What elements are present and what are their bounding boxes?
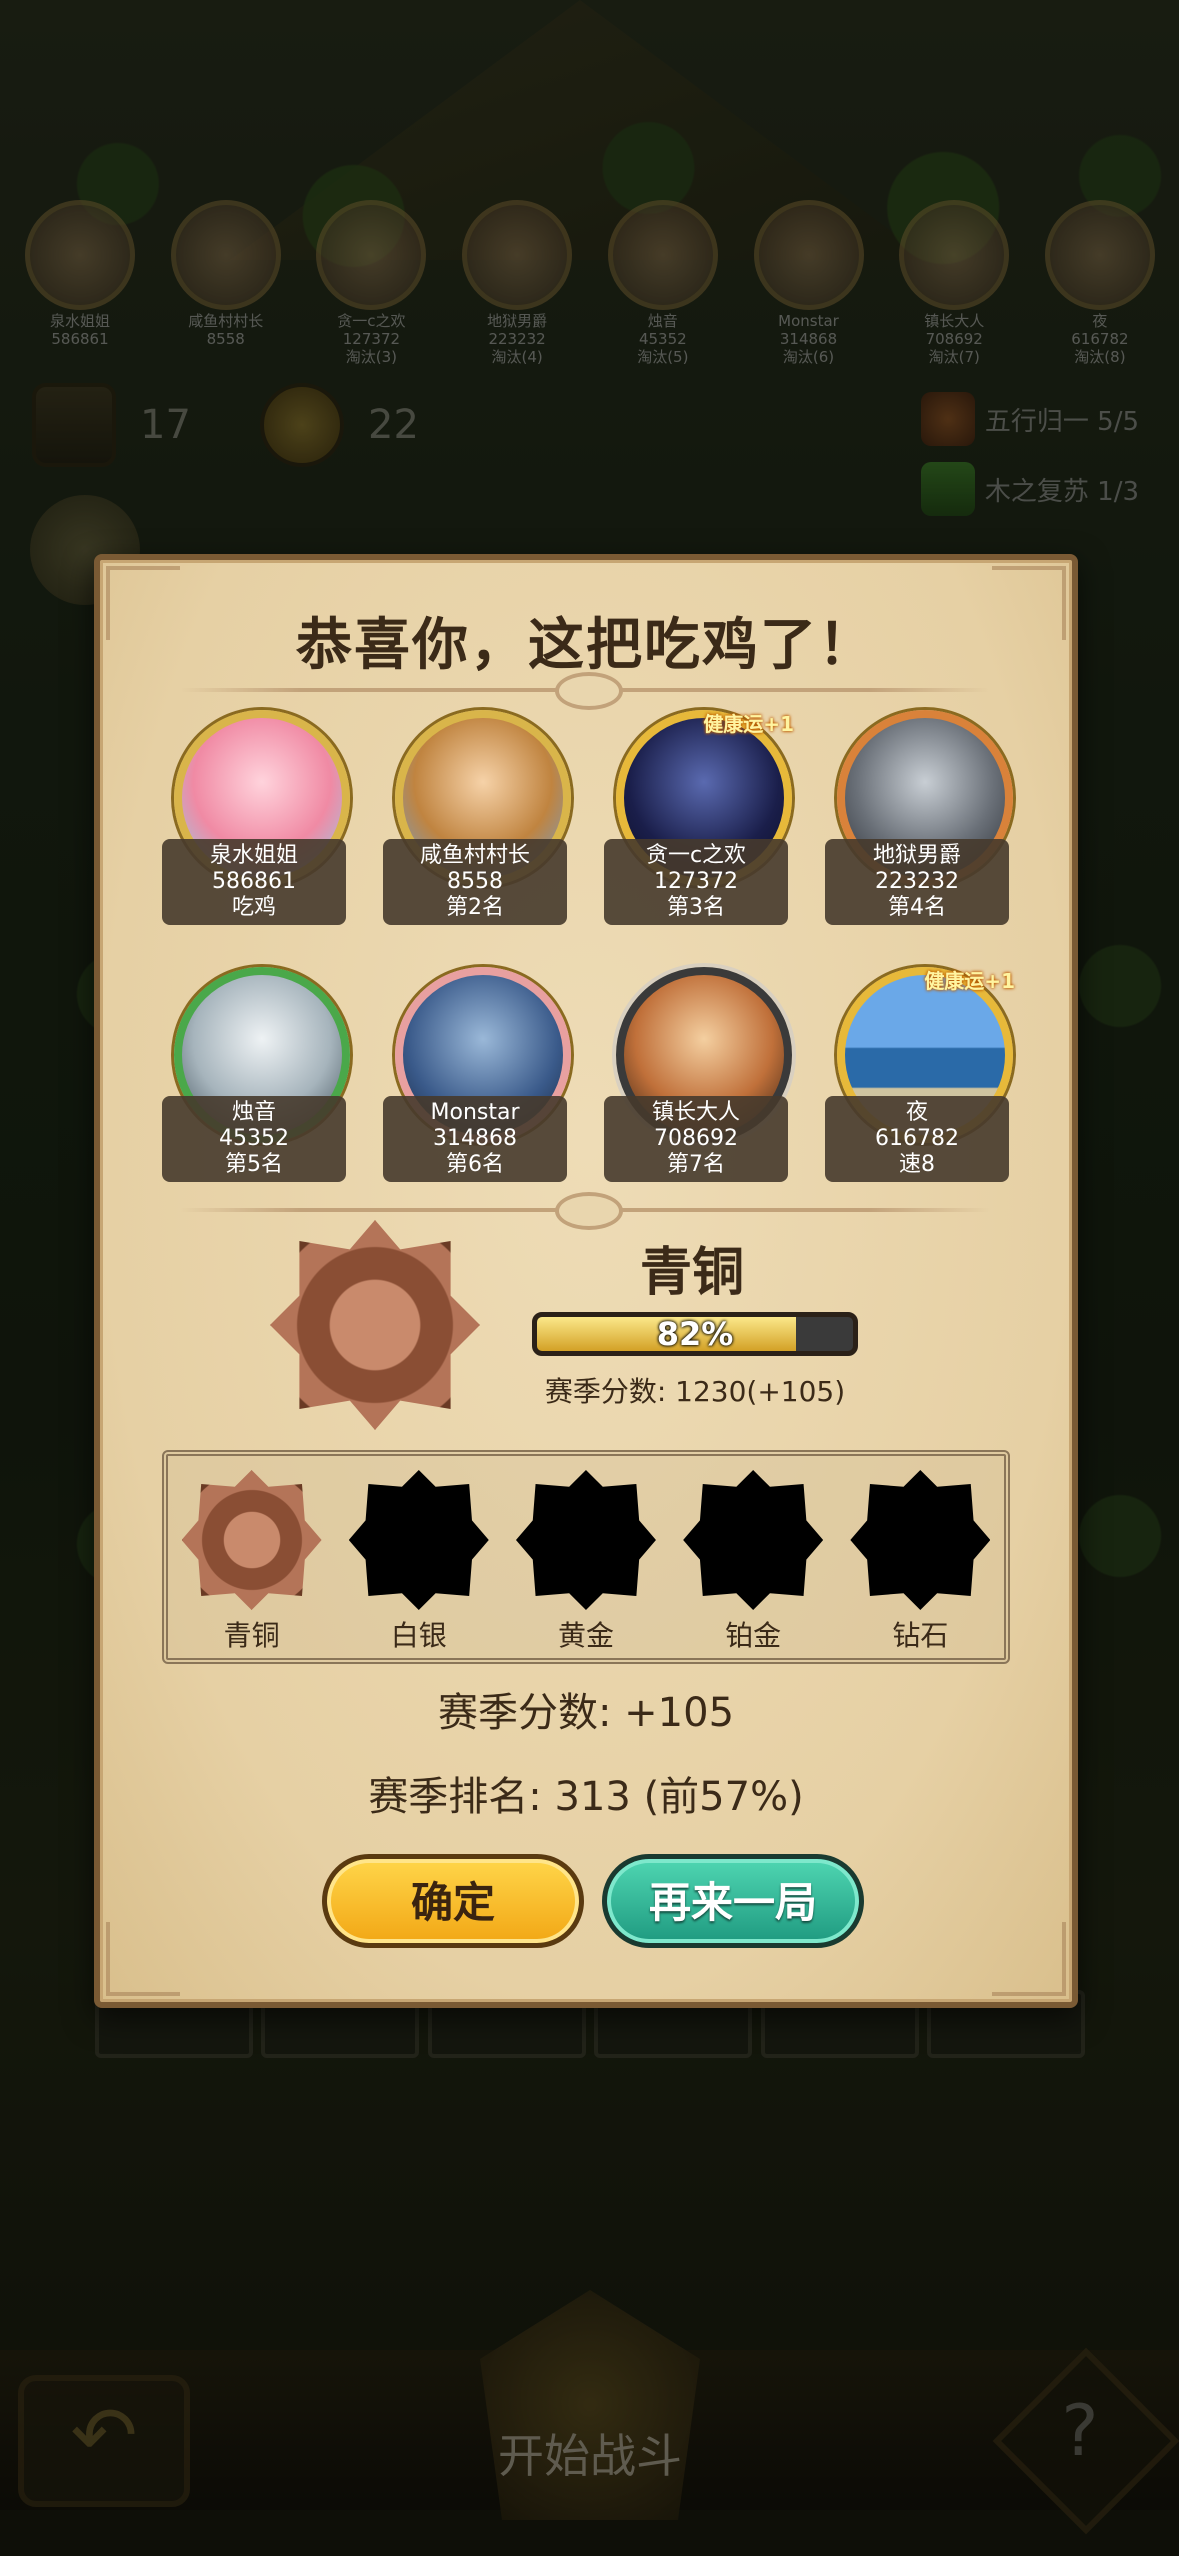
player-name: 地狱男爵 — [872, 843, 961, 868]
tier-label: 铂金 — [725, 1619, 782, 1652]
divider — [180, 1192, 990, 1230]
luck-badge: 健康运+1 — [924, 969, 1015, 993]
player-result-card[interactable]: Monstar 314868 第6名 — [383, 967, 571, 1182]
player-score: 616782 — [875, 1126, 959, 1151]
tier-label: 钻石 — [892, 1619, 949, 1652]
player-score: 127372 — [654, 869, 738, 894]
player-result-card[interactable]: 健康运+1 贪一c之欢 127372 第3名 — [604, 710, 794, 925]
rank-name: 青铜 — [640, 1243, 745, 1303]
player-result-card[interactable]: 健康运+1 夜 616782 速8 — [825, 967, 1015, 1182]
bronze-medal-icon — [181, 1470, 322, 1610]
player-place: 第3名 — [667, 895, 725, 920]
rank-progress-bar: 82% — [532, 1312, 858, 1356]
player-plate: 泉水姐姐 586861 吃鸡 — [162, 839, 346, 925]
player-name: 泉水姐姐 — [209, 843, 298, 868]
player-plate: 地狱男爵 223232 第4名 — [825, 839, 1009, 925]
rank-section: 青铜 82% 赛季分数: 1230(+105) — [100, 1220, 1072, 1450]
tier-label: 黄金 — [557, 1619, 614, 1652]
bronze-medal-icon — [270, 1220, 480, 1430]
player-place: 第4名 — [888, 895, 946, 920]
locked-medal-icon — [683, 1470, 824, 1610]
player-result-card[interactable]: 地狱男爵 223232 第4名 — [825, 710, 1013, 925]
tier-platinum: 铂金 — [678, 1470, 828, 1654]
player-result-card[interactable]: 咸鱼村村长 8558 第2名 — [383, 710, 571, 925]
tier-list: 青铜 白银 黄金 铂金 钻石 — [162, 1450, 1010, 1664]
player-place: 第6名 — [446, 1152, 504, 1177]
season-rank: 赛季排名: 313 (前57%) — [368, 1774, 804, 1820]
player-plate: 贪一c之欢 127372 第3名 — [604, 839, 788, 925]
tier-gold: 黄金 — [511, 1470, 661, 1654]
player-name: 烛音 — [231, 1100, 276, 1125]
locked-medal-icon — [515, 1470, 656, 1610]
season-score-delta: 赛季分数: +105 — [437, 1690, 735, 1736]
player-place: 速8 — [899, 1152, 935, 1177]
dialog-corner-ornament — [106, 1922, 180, 1996]
play-again-button[interactable]: 再来一局 — [602, 1854, 864, 1948]
rank-progress-label: 82% — [656, 1315, 734, 1353]
dialog-corner-ornament — [992, 1922, 1066, 1996]
player-place: 第5名 — [225, 1152, 283, 1177]
player-result-card[interactable]: 镇长大人 708692 第7名 — [604, 967, 792, 1182]
player-name: 镇长大人 — [651, 1100, 740, 1125]
locked-medal-icon — [850, 1470, 991, 1610]
player-score: 223232 — [875, 869, 959, 894]
player-score: 708692 — [654, 1126, 738, 1151]
locked-medal-icon — [348, 1470, 489, 1610]
victory-dialog: 恭喜你，这把吃鸡了！ 泉水姐姐 586861 吃鸡 咸鱼村村长 8558 第2名 健康运… — [94, 554, 1078, 2008]
player-result-card[interactable]: 泉水姐姐 586861 吃鸡 — [162, 710, 350, 925]
player-name: 咸鱼村村长 — [419, 843, 530, 868]
player-plate: Monstar 314868 第6名 — [383, 1096, 567, 1182]
player-result-card[interactable]: 烛音 45352 第5名 — [162, 967, 350, 1182]
player-place: 第2名 — [446, 895, 504, 920]
player-name: 夜 — [905, 1100, 928, 1125]
player-score: 586861 — [212, 869, 296, 894]
dialog-title: 恭喜你，这把吃鸡了！ — [296, 613, 876, 678]
tier-bronze: 青铜 — [177, 1470, 327, 1654]
player-score: 8558 — [447, 869, 503, 894]
player-plate: 镇长大人 708692 第7名 — [604, 1096, 788, 1182]
tier-label: 青铜 — [223, 1619, 280, 1652]
player-place: 第7名 — [667, 1152, 725, 1177]
player-plate: 咸鱼村村长 8558 第2名 — [383, 839, 567, 925]
player-score: 45352 — [219, 1126, 289, 1151]
confirm-button[interactable]: 确定 — [322, 1854, 584, 1948]
player-plate: 夜 616782 速8 — [825, 1096, 1009, 1182]
player-name: 贪一c之欢 — [645, 843, 747, 868]
divider — [180, 672, 990, 710]
player-name: Monstar — [430, 1100, 520, 1125]
player-place: 吃鸡 — [231, 895, 276, 920]
tier-silver: 白银 — [344, 1470, 494, 1654]
luck-badge: 健康运+1 — [703, 712, 794, 736]
player-score: 314868 — [433, 1126, 517, 1151]
tier-diamond: 钻石 — [845, 1470, 995, 1654]
player-results: 泉水姐姐 586861 吃鸡 咸鱼村村长 8558 第2名 健康运+1 贪一c之欢 127… — [162, 710, 1015, 1182]
season-score-total: 赛季分数: 1230(+105) — [544, 1375, 846, 1408]
tier-label: 白银 — [390, 1619, 447, 1652]
player-plate: 烛音 45352 第5名 — [162, 1096, 346, 1182]
